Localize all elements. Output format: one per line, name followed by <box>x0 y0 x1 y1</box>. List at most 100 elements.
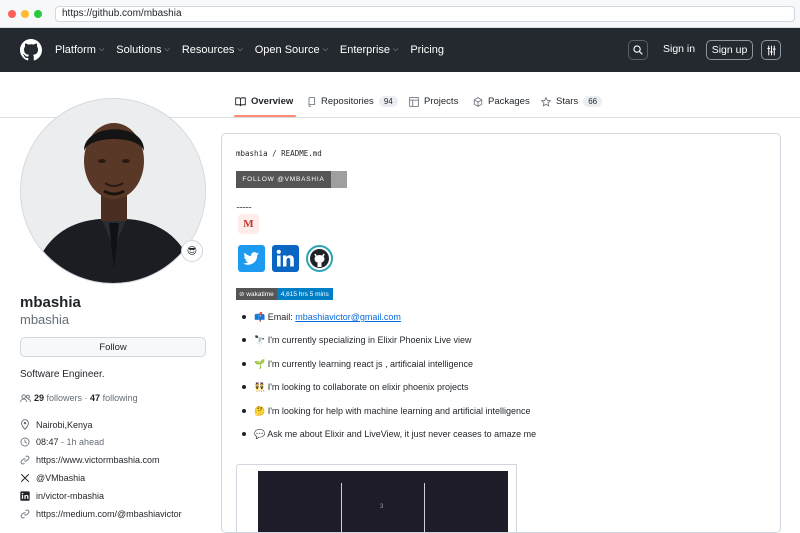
tab-stars[interactable]: Stars 66 <box>541 96 603 107</box>
list-item: 👯 I'm looking to collaborate on elixir p… <box>242 382 536 405</box>
tab-repositories-label: Repositories <box>321 96 374 107</box>
linkedin-logo-icon[interactable] <box>272 245 299 272</box>
profile-username: mbashia <box>20 312 70 327</box>
readme-owner[interactable]: mbashia <box>236 149 268 158</box>
readme-path: mbashia / README.md <box>236 149 322 158</box>
nav-platform-label: Platform <box>55 44 96 56</box>
nav-open-source-label: Open Source <box>254 44 320 56</box>
package-icon <box>473 96 483 107</box>
people-icon <box>20 393 31 402</box>
maximize-window-dot[interactable] <box>34 9 42 18</box>
search-button[interactable] <box>628 40 648 60</box>
medium-icon[interactable]: M <box>238 214 259 234</box>
stats-image: 3 <box>258 471 508 532</box>
top-navigation: Platform ⌵ Solutions ⌵ Resources ⌵ Open Sou… <box>0 28 800 72</box>
bullet-text: 👯 I'm looking to collaborate on elixir p… <box>254 382 469 393</box>
nav-open-source[interactable]: Open Source ⌵ <box>255 44 328 56</box>
wakatime-hours: 4,615 hrs 5 mins <box>276 288 333 300</box>
sign-up-button[interactable]: Sign up <box>706 40 753 60</box>
profile-fullname: mbashia <box>20 294 81 311</box>
readme-dots: .......... <box>236 200 252 210</box>
profile-location: Nairobi,Kenya <box>20 419 93 430</box>
email-link[interactable]: mbashiavictor@gmail.com <box>295 312 401 322</box>
nav-enterprise-label: Enterprise <box>339 44 391 56</box>
bullet-text: 💬 Ask me about Elixir and LiveView, it j… <box>254 428 537 439</box>
sign-in-link[interactable]: Sign in <box>663 43 695 55</box>
link-icon <box>20 455 30 465</box>
follow-badge-count <box>331 171 347 188</box>
local-time: 08:47 <box>36 437 59 447</box>
table-icon <box>409 96 419 107</box>
profile-medium[interactable]: https://medium.com/@mbashiavictor <box>20 509 182 519</box>
location-icon <box>21 419 29 430</box>
followers-count[interactable]: 29 <box>34 393 44 403</box>
follow-button[interactable]: Follow <box>20 337 206 357</box>
profile-local-time: 08:47 - 1h ahead <box>20 437 104 447</box>
bullet-text: 🌱 I'm currently learning react js , arti… <box>254 358 474 369</box>
sliders-icon <box>766 45 776 55</box>
nav-pricing[interactable]: Pricing <box>410 44 444 56</box>
bullet-disc <box>242 361 246 366</box>
nav-pricing-label: Pricing <box>410 44 444 56</box>
bullet-disc <box>242 431 246 436</box>
menu-button[interactable] <box>761 40 781 60</box>
linkedin-icon <box>20 491 30 501</box>
avatar[interactable] <box>20 98 206 284</box>
profile-twitter[interactable]: @VMbashia <box>20 473 85 483</box>
wakatime-badge[interactable]: ⊘ wakatime 4,615 hrs 5 mins <box>236 288 333 300</box>
star-icon <box>541 96 551 107</box>
nav-resources[interactable]: Resources ⌵ <box>182 44 243 56</box>
profile-website[interactable]: https://www.victormbashia.com <box>20 455 160 465</box>
nav-platform[interactable]: Platform ⌵ <box>55 44 104 56</box>
list-item: 📫 Email: mbashiavictor@gmail.com <box>242 312 536 335</box>
repositories-count: 94 <box>378 96 398 107</box>
stats-card: 3 <box>236 464 517 532</box>
chevron-down-icon: ⌵ <box>322 46 328 53</box>
status-emoji-badge[interactable]: 😎 <box>181 240 203 262</box>
clock-icon <box>20 437 30 447</box>
bullet-disc <box>242 408 246 413</box>
medium-link[interactable]: https://medium.com/@mbashiavictor <box>36 509 182 519</box>
twitter-handle[interactable]: @VMbashia <box>36 473 85 483</box>
following-label[interactable]: following <box>103 393 138 403</box>
tab-packages[interactable]: Packages <box>473 96 530 107</box>
minimize-window-dot[interactable] <box>21 9 29 18</box>
bullet-text: 🤔 I'm looking for help with machine lear… <box>254 405 531 416</box>
tab-projects-label: Projects <box>424 96 459 107</box>
link-icon <box>20 509 30 519</box>
stats-divider <box>341 483 342 532</box>
search-icon <box>633 45 643 55</box>
tab-projects[interactable]: Projects <box>409 96 458 107</box>
github-octocat-icon[interactable] <box>306 245 333 272</box>
wakatime-label: ⊘ wakatime <box>236 288 277 300</box>
nav-solutions-label: Solutions <box>116 44 162 56</box>
profile-linkedin[interactable]: in/victor-mbashia <box>20 491 104 501</box>
address-bar[interactable]: https://github.com/mbashia <box>55 5 795 22</box>
browser-chrome: https://github.com/mbashia <box>0 0 800 28</box>
x-logo-icon <box>20 473 30 483</box>
nav-enterprise[interactable]: Enterprise ⌵ <box>340 44 398 56</box>
chevron-down-icon: ⌵ <box>393 46 399 53</box>
linkedin-handle[interactable]: in/victor-mbashia <box>36 491 104 501</box>
website-link[interactable]: https://www.victormbashia.com <box>36 455 160 465</box>
list-item: 🤔 I'm looking for help with machine lear… <box>242 406 536 429</box>
readme-filename[interactable]: README.md <box>281 149 322 158</box>
following-count[interactable]: 47 <box>90 393 100 403</box>
bullet-disc <box>242 338 246 343</box>
profile-bio: Software Engineer. <box>20 369 105 380</box>
close-window-dot[interactable] <box>8 9 16 18</box>
nav-solutions[interactable]: Solutions ⌵ <box>116 44 170 56</box>
twitter-icon[interactable] <box>238 245 265 272</box>
followers-label[interactable]: followers <box>47 393 83 403</box>
repo-icon <box>308 96 316 107</box>
follow-twitter-badge[interactable]: FOLLOW @VMBASHIA <box>236 171 347 188</box>
tab-overview[interactable]: Overview <box>235 96 293 107</box>
active-tab-underline <box>234 115 296 117</box>
tab-overview-label: Overview <box>251 96 294 107</box>
github-logo-icon[interactable] <box>20 39 42 61</box>
follow-badge-label: FOLLOW @VMBASHIA <box>236 171 331 188</box>
stats-divider <box>424 483 425 532</box>
stats-number: 3 <box>380 504 384 510</box>
list-item: 🔭 I'm currently specializing in Elixir P… <box>242 335 536 358</box>
tab-repositories[interactable]: Repositories 94 <box>307 96 398 107</box>
